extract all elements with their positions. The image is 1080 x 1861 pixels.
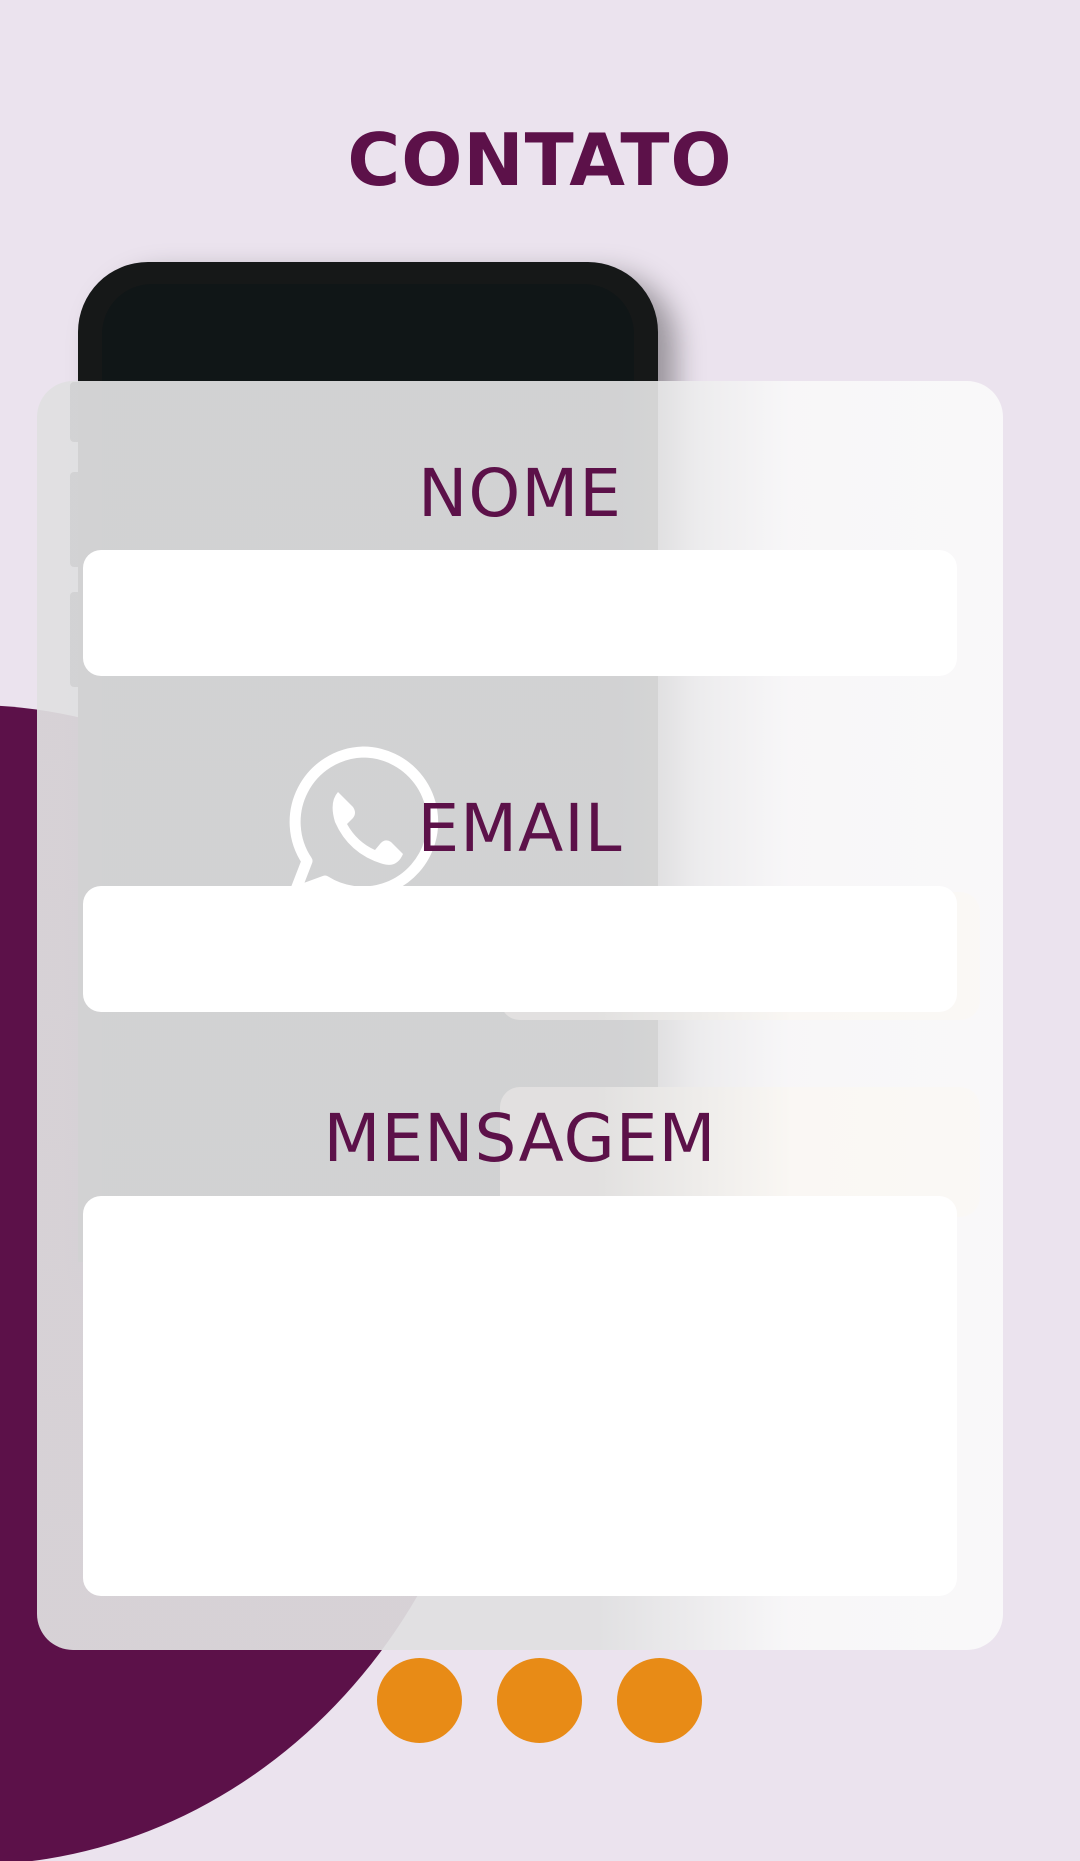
name-label: NOME [418, 455, 622, 532]
email-label: EMAIL [417, 790, 623, 867]
message-label: MENSAGEM [323, 1100, 717, 1177]
pagination-dots [377, 1658, 702, 1743]
pagination-dot[interactable] [377, 1658, 462, 1743]
pagination-dot[interactable] [617, 1658, 702, 1743]
name-input[interactable] [83, 550, 957, 676]
email-input[interactable] [83, 886, 957, 1012]
pagination-dot[interactable] [497, 1658, 582, 1743]
contact-page: CONTATO NOME EMAIL MENSAGEM [0, 0, 1080, 1861]
message-textarea[interactable] [83, 1196, 957, 1596]
page-title: CONTATO [347, 118, 733, 202]
